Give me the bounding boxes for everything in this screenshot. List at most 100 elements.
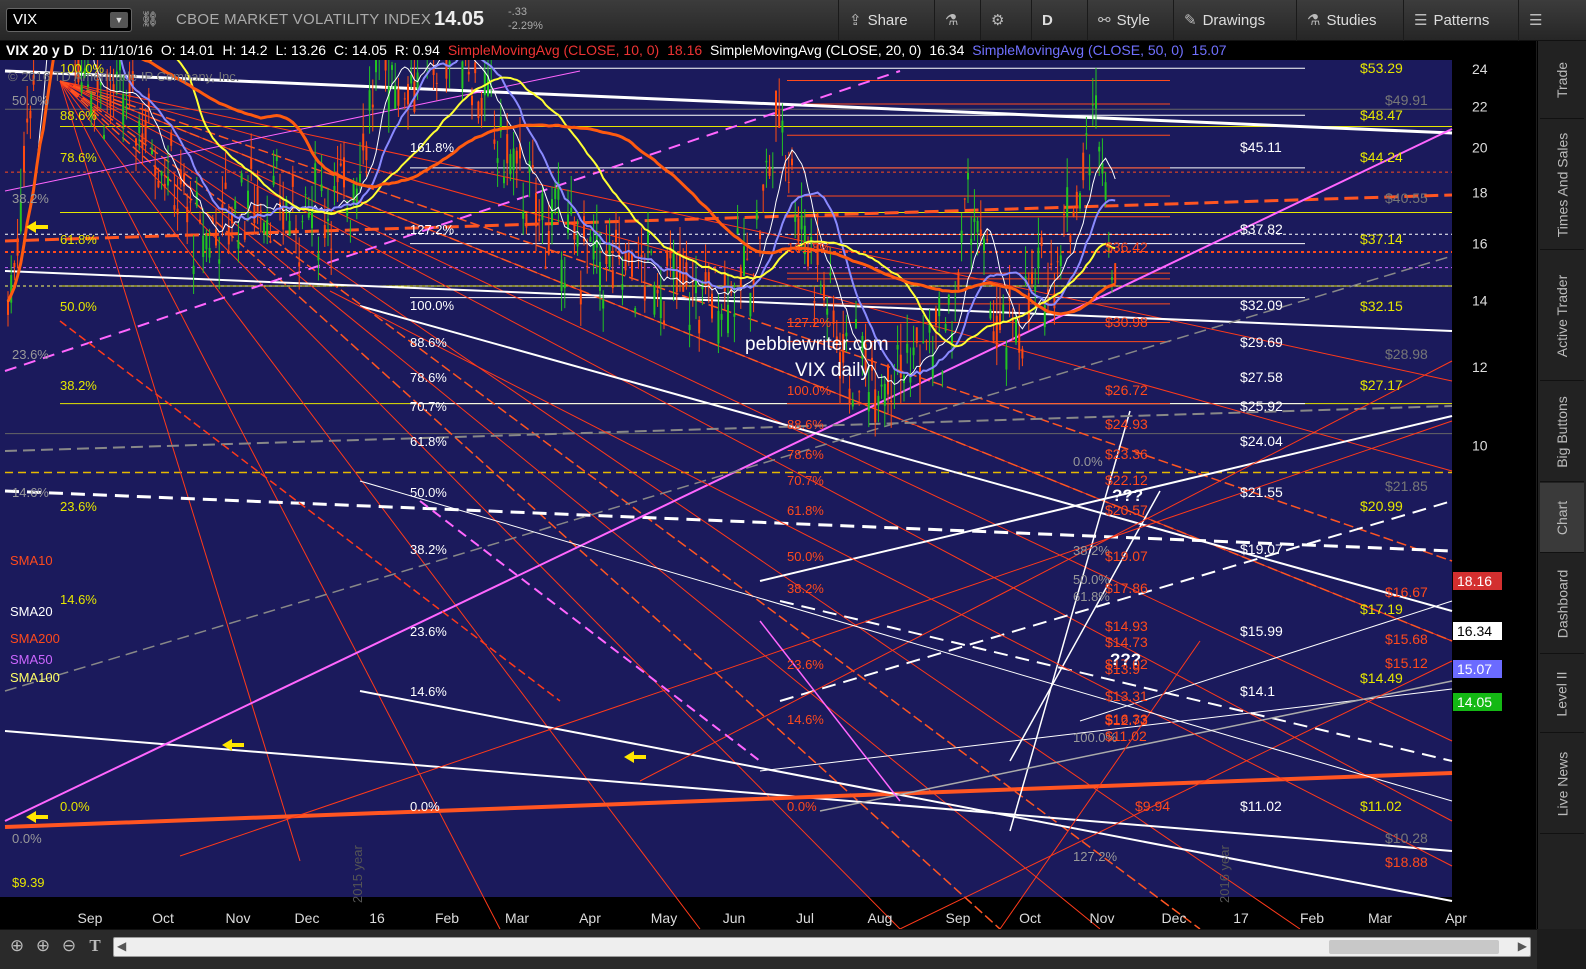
chart-canvas[interactable]: 100.0%88.6%78.6%61.8%50.0%38.2%23.6%14.6… — [0, 0, 1536, 930]
candle-body — [967, 172, 969, 180]
price-badge-label: 14.05 — [1457, 694, 1492, 710]
candle-body — [506, 134, 509, 164]
fib-label: 38.2% — [787, 581, 824, 596]
candle-body — [743, 246, 745, 276]
sma10-value: 18.16 — [667, 42, 703, 58]
candle-body — [509, 154, 512, 175]
candle-body — [1040, 237, 1043, 247]
candle-body — [327, 218, 329, 221]
bar-date: D: 11/10/16 — [81, 42, 153, 58]
share-button[interactable]: ⇪ Share — [838, 0, 933, 41]
tab-live-news[interactable]: Live News — [1540, 734, 1584, 834]
settings-button[interactable]: ⚙ — [980, 0, 1030, 41]
price-label: $53.29 — [1360, 60, 1403, 76]
candle-body — [183, 174, 185, 187]
candle-body — [621, 283, 624, 290]
price-chart[interactable]: 100.0% 88.6% 78.6% 61.8% 50.0% 38.2% 23.6% 14.6… — [0, 0, 1536, 930]
zoom-fit-icon[interactable]: ⊕ — [6, 936, 28, 958]
zoom-out-icon[interactable]: ⊖ — [58, 936, 80, 958]
flask-button[interactable]: ⚗ — [934, 0, 979, 41]
candle-body — [717, 310, 720, 344]
sma50-label[interactable]: SimpleMovingAvg (CLOSE, 50, 0) — [972, 42, 1187, 58]
drawings-label: Drawings — [1202, 12, 1266, 29]
candle-body — [992, 331, 995, 341]
candle-body — [282, 208, 285, 230]
candle-body — [867, 392, 870, 412]
tab-active-trader[interactable]: Active Trader — [1540, 251, 1584, 381]
candle-body — [266, 219, 269, 236]
candle-body — [749, 292, 752, 317]
link-icon[interactable]: ⛓ — [140, 10, 159, 30]
scroll-thumb[interactable] — [1329, 940, 1499, 954]
candle-body — [333, 185, 336, 191]
sma20-label[interactable]: SimpleMovingAvg (CLOSE, 20, 0) — [710, 42, 925, 58]
zoom-in-icon[interactable]: ⊕ — [32, 936, 54, 958]
drawings-button[interactable]: ✎ Drawings — [1173, 0, 1295, 41]
candle-body — [253, 204, 256, 224]
x-tick-label: Dec — [295, 910, 320, 926]
candle-body — [624, 252, 627, 271]
tab-big-buttons[interactable]: Big Buttons — [1540, 382, 1584, 482]
price-label: $14.73 — [1105, 634, 1148, 650]
candle-body — [544, 266, 547, 269]
tab-trade[interactable]: Trade — [1540, 41, 1584, 119]
aggregation-label: D — [1042, 12, 1053, 29]
sma50-value: 15.07 — [1191, 42, 1227, 58]
sma-tag: SMA50 — [10, 652, 53, 667]
bar-high: H: 14.2 — [222, 42, 268, 58]
scroll-right-icon[interactable]: ▶ — [1518, 939, 1527, 953]
price-label: $25.92 — [1240, 398, 1283, 414]
fib-label: 78.6% — [787, 447, 824, 462]
style-button[interactable]: ⚯ Style — [1087, 0, 1172, 41]
tab-times-and-sales[interactable]: Times And Sales — [1540, 120, 1584, 250]
fib-label: 23.6% — [12, 347, 49, 362]
symbol-selector[interactable]: VIX ▼ — [6, 8, 132, 32]
scroll-left-icon[interactable]: ◀ — [117, 939, 126, 953]
candle-body — [359, 173, 361, 182]
studies-button[interactable]: ⚗ Studies — [1296, 0, 1402, 41]
tab-dashboard[interactable]: Dashboard — [1540, 554, 1584, 654]
sma10-label[interactable]: SimpleMovingAvg (CLOSE, 10, 0) — [448, 42, 663, 58]
candle-body — [759, 232, 761, 240]
candle-body — [234, 200, 237, 209]
candle-body — [727, 304, 729, 334]
candle-body — [979, 229, 982, 237]
price-label: $45.11 — [1240, 139, 1282, 155]
fib-label: 88.6% — [410, 335, 447, 350]
fib-label: 0.0% — [787, 799, 817, 814]
candle-body — [797, 218, 800, 242]
candle-body — [256, 187, 259, 214]
fib-label: 70.7% — [787, 473, 824, 488]
bar-range: R: 0.94 — [394, 42, 440, 58]
candle-body — [237, 240, 240, 249]
candle-body — [243, 232, 246, 240]
candle-body — [944, 324, 947, 331]
chevron-down-icon[interactable]: ▼ — [110, 12, 128, 28]
candle-body — [762, 184, 765, 191]
time-scrollbar[interactable]: ◀ ▶ — [113, 937, 1531, 957]
share-label: Share — [867, 12, 908, 29]
candle-body — [755, 210, 758, 220]
year-label-2016: 2016 year — [1217, 845, 1232, 903]
candle-body — [314, 163, 317, 184]
menu-button[interactable]: ☰ — [1518, 0, 1586, 41]
patterns-button[interactable]: ☰ Patterns — [1403, 0, 1517, 41]
candle-body — [16, 237, 19, 256]
aggregation-button[interactable]: D — [1031, 0, 1086, 41]
candle-body — [1072, 211, 1075, 217]
candle-body — [746, 258, 749, 260]
candle-body — [291, 173, 294, 187]
candle-body — [554, 188, 557, 200]
candle-body — [163, 183, 166, 188]
tab-level-ii[interactable]: Level II — [1540, 655, 1584, 733]
price-axis[interactable] — [1452, 60, 1536, 929]
price-label: $18.88 — [1385, 854, 1428, 870]
candle-body — [589, 236, 592, 242]
text-icon[interactable]: T — [84, 936, 106, 958]
patterns-label: Patterns — [1433, 12, 1490, 29]
question-mark-1: ??? — [1112, 486, 1143, 505]
candle-body — [947, 294, 950, 305]
tab-chart[interactable]: Chart — [1540, 483, 1584, 553]
candle-body — [320, 184, 323, 192]
fib-label: 127.2% — [410, 222, 455, 237]
